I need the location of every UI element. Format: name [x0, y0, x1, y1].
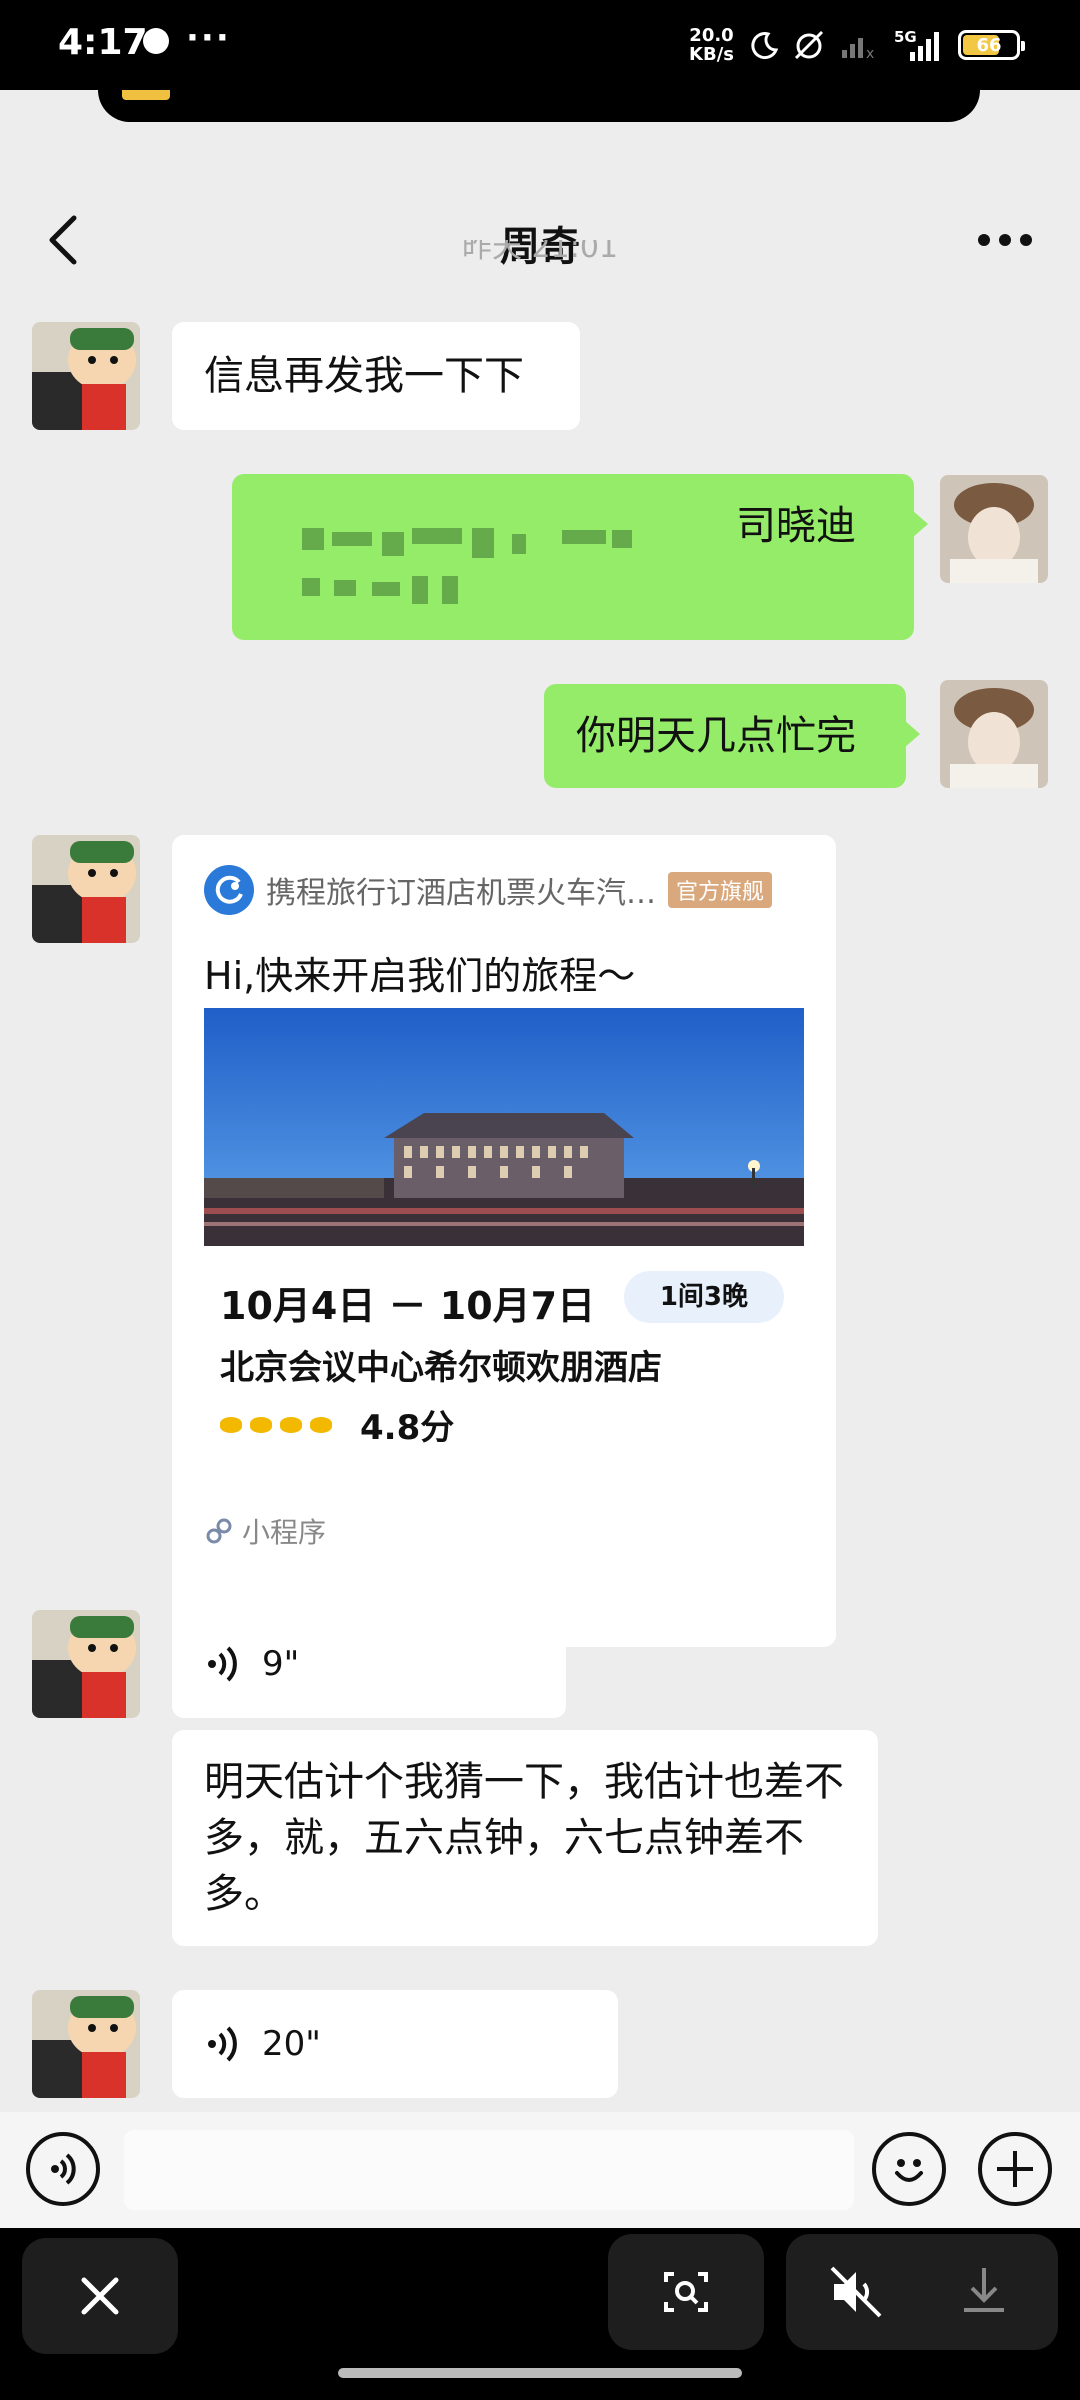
cartoon-avatar-icon [32, 1990, 140, 2098]
moon-icon [748, 30, 778, 60]
diamond-icon [280, 1416, 302, 1433]
card-greeting: Hi,快来开启我们的旅程～ [204, 954, 636, 998]
avatar-contact[interactable] [32, 1610, 140, 1718]
notification-icon [143, 28, 169, 54]
status-bar: 4:17 ··· 20.0 KB/s x 5G 66 [0, 0, 1080, 90]
voice-input-icon [51, 2153, 76, 2185]
user-photo-avatar-icon [940, 475, 1048, 583]
voice-duration: 9" [262, 1644, 300, 1684]
mini-program-footer: 小程序 [204, 1511, 326, 1551]
voice-message[interactable]: 20" [172, 1990, 618, 2098]
status-more: ··· [186, 18, 231, 58]
battery-icon: 66 [958, 30, 1025, 60]
top-banner [98, 90, 980, 122]
signal-x-icon: x [840, 30, 880, 60]
chat-screen: 周奇 昨天 21:01 信息再发我一下下 司晓迪 你明天几点忙完 携程旅行订酒店… [0, 90, 1080, 2228]
booking-dates: 10月4日 － 10月7日 [220, 1284, 596, 1328]
emoji-button[interactable] [872, 2132, 946, 2206]
media-controls [786, 2234, 1058, 2350]
rating-score: 4.8分 [360, 1408, 455, 1448]
status-right: 20.0 KB/s x 5G 66 [689, 22, 1025, 68]
message-text: 你明天几点忙完 [576, 713, 856, 759]
scan-button[interactable] [608, 2234, 764, 2350]
mini-program-label: 小程序 [242, 1516, 327, 1549]
message-bubble[interactable]: 你明天几点忙完 [544, 684, 920, 788]
status-time: 4:17 [58, 22, 148, 63]
message-timestamp: 昨天 21:01 [462, 240, 618, 264]
input-bar [0, 2112, 1080, 2228]
net-speed: 20.0 KB/s [689, 26, 734, 64]
avatar-contact[interactable] [32, 835, 140, 943]
mini-program-source: 携程旅行订酒店机票火车汽… 官方旗舰 [204, 865, 773, 915]
voice-duration: 20" [262, 2024, 321, 2064]
cartoon-avatar-icon [32, 1610, 140, 1718]
avatar-contact[interactable] [32, 1990, 140, 2098]
voice-wave-icon [208, 1646, 237, 1682]
booking-nights: 1间3晚 [623, 1271, 784, 1323]
redacted-text-icon [302, 528, 632, 604]
hotel-photo [204, 1008, 804, 1246]
message-text: 信息再发我一下下 [204, 353, 524, 399]
user-photo-avatar-icon [940, 680, 1048, 788]
avatar-contact[interactable] [32, 322, 140, 430]
mute-icon [830, 2266, 882, 2318]
plus-button[interactable] [978, 2132, 1052, 2206]
voice-wave-icon [208, 2026, 237, 2062]
alarm-off-icon [792, 28, 826, 62]
net-speed-value: 20.0 [689, 25, 734, 46]
signal-label: 5G [894, 28, 917, 46]
ctrip-logo-icon [204, 865, 254, 915]
net-speed-unit: KB/s [689, 44, 734, 65]
mini-program-icon [206, 1518, 232, 1544]
emoji-icon [895, 2159, 923, 2182]
diamond-icon [310, 1416, 332, 1433]
download-button[interactable] [956, 2262, 1012, 2322]
message-text: 明天估计个我猜一下，我估计也差不多，就，五六点钟，六七点钟差不多。 [204, 1759, 844, 1917]
avatar-self[interactable] [940, 680, 1048, 788]
signal-5g-icon: 5G [894, 28, 944, 62]
voice-message[interactable]: 9" [172, 1610, 566, 1718]
battery-level: 66 [976, 34, 1002, 56]
close-icon [81, 2277, 119, 2315]
home-indicator[interactable] [338, 2368, 742, 2378]
message-input[interactable] [124, 2130, 854, 2210]
message-bubble[interactable]: 信息再发我一下下 [172, 322, 580, 430]
svg-text:x: x [866, 46, 874, 60]
diamond-icon [250, 1416, 272, 1433]
download-icon [964, 2268, 1004, 2312]
cartoon-avatar-icon [32, 835, 140, 943]
voice-input-button[interactable] [26, 2132, 100, 2206]
avatar-self[interactable] [940, 475, 1048, 583]
mini-program-card[interactable]: 携程旅行订酒店机票火车汽… 官方旗舰 Hi,快来开启我们的旅程～ 10月4日 －… [172, 835, 836, 1647]
diamond-icon [220, 1416, 242, 1433]
message-bubble-redacted[interactable]: 司晓迪 [232, 474, 928, 640]
plus-icon [997, 2151, 1033, 2187]
scan-icon [664, 2272, 708, 2312]
official-badge: 官方旗舰 [668, 872, 773, 908]
hotel-name: 北京会议中心希尔顿欢朋酒店 [220, 1348, 662, 1388]
mini-program-name: 携程旅行订酒店机票火车汽… [266, 876, 656, 911]
close-button[interactable] [22, 2238, 178, 2354]
cartoon-avatar-icon [32, 322, 140, 430]
message-bubble[interactable]: 明天估计个我猜一下，我估计也差不多，就，五六点钟，六七点钟差不多。 [172, 1730, 878, 1946]
hotel-rating: 4.8分 [220, 1400, 454, 1449]
mute-button[interactable] [826, 2262, 886, 2326]
message-text: 司晓迪 [736, 503, 856, 549]
